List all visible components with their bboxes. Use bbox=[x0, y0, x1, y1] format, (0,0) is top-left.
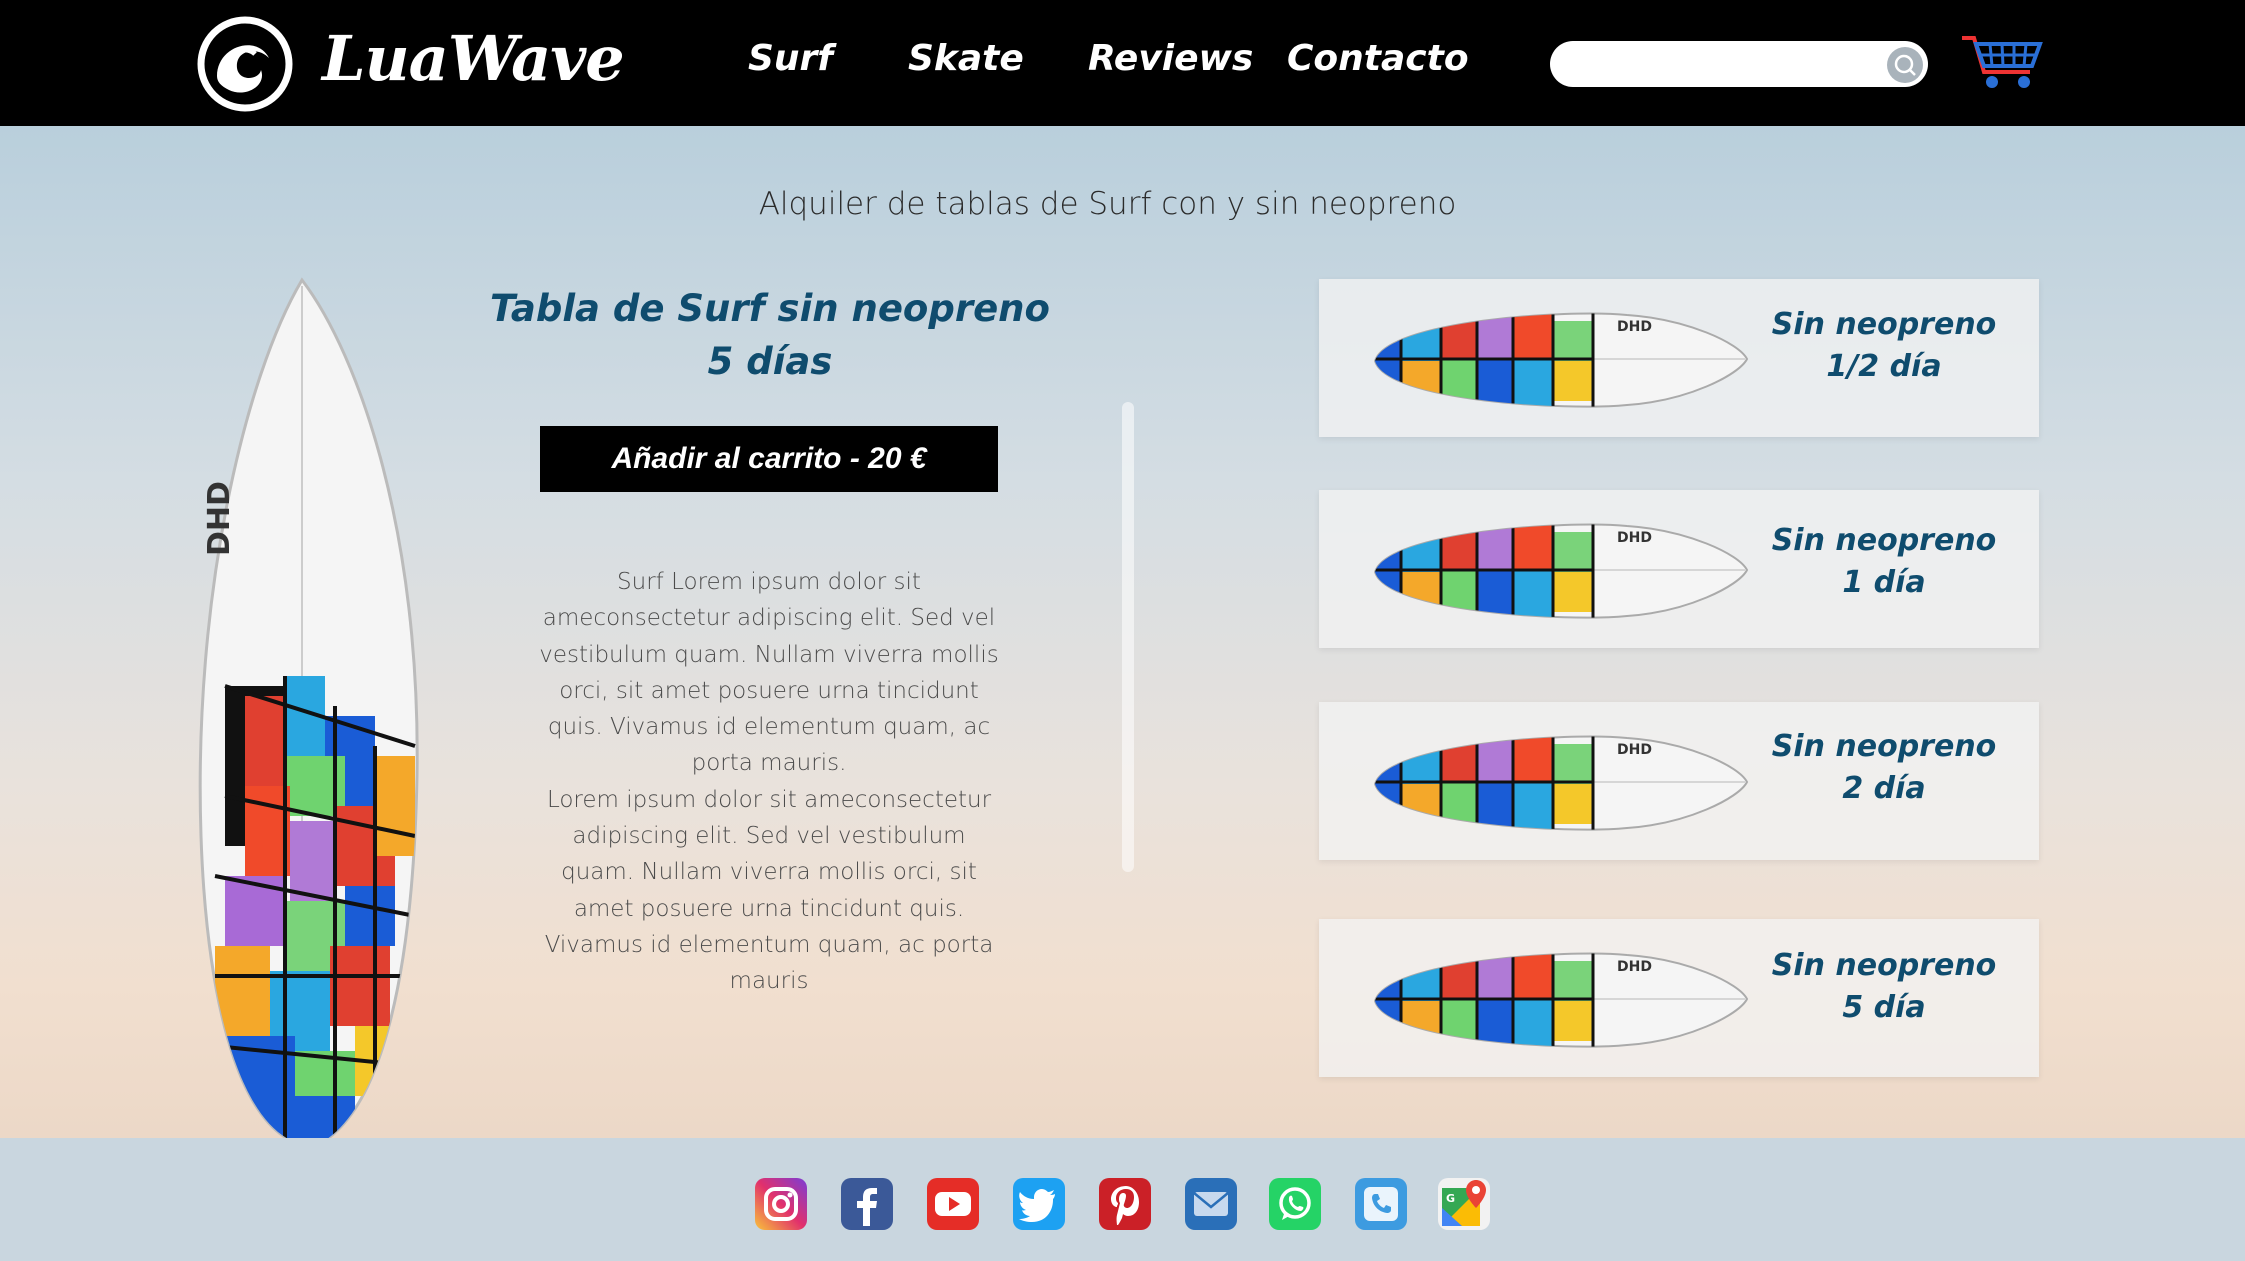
whatsapp-icon[interactable] bbox=[1269, 1178, 1321, 1230]
product-title-line1: Tabla de Surf sin neopreno bbox=[490, 287, 1050, 330]
brand-name[interactable]: LuaWave bbox=[322, 22, 625, 95]
product-title-line2: 5 días bbox=[707, 340, 833, 383]
option-card-5-day[interactable]: DHD Sin neopreno 5 día bbox=[1319, 919, 2039, 1077]
nav-reviews[interactable]: Reviews bbox=[1088, 38, 1253, 79]
description-paragraph-2: Lorem ipsum dolor sit ameconsectetur adi… bbox=[544, 786, 994, 995]
surfboard-thumbnail: DHD bbox=[1373, 735, 1749, 831]
nav-contacto[interactable]: Contacto bbox=[1287, 38, 1469, 79]
option-card-half-day[interactable]: DHD Sin neopreno 1/2 día bbox=[1319, 279, 2039, 437]
facebook-icon[interactable] bbox=[841, 1178, 893, 1230]
svg-text:DHD: DHD bbox=[202, 481, 237, 556]
option-label: Sin neopreno 1/2 día bbox=[1759, 304, 2009, 388]
option-label-duration: 1/2 día bbox=[1826, 349, 1942, 384]
twitter-icon[interactable] bbox=[1013, 1178, 1065, 1230]
header-bar: LuaWave Surf Skate Reviews Contacto bbox=[0, 0, 2245, 126]
add-to-cart-button[interactable]: Añadir al carrito - 20 € bbox=[540, 426, 998, 492]
option-label-type: Sin neopreno bbox=[1771, 523, 1997, 558]
footer-bar: G bbox=[0, 1138, 2245, 1261]
nav-skate[interactable]: Skate bbox=[908, 38, 1024, 79]
option-label-type: Sin neopreno bbox=[1771, 948, 1997, 983]
option-card-1-day[interactable]: DHD Sin neopreno 1 día bbox=[1319, 490, 2039, 648]
main-content: Alquiler de tablas de Surf con y sin neo… bbox=[0, 126, 2245, 1138]
option-label: Sin neopreno 2 día bbox=[1759, 726, 2009, 810]
surfboard-image: DHD bbox=[198, 277, 419, 1138]
instagram-icon[interactable] bbox=[755, 1178, 807, 1230]
scroll-divider[interactable] bbox=[1122, 402, 1134, 872]
svg-text:DHD: DHD bbox=[1617, 530, 1652, 546]
option-label-type: Sin neopreno bbox=[1771, 729, 1997, 764]
option-label-duration: 1 día bbox=[1842, 565, 1926, 600]
search-icon bbox=[1894, 54, 1916, 76]
option-label: Sin neopreno 5 día bbox=[1759, 945, 2009, 1029]
wave-logo-icon[interactable] bbox=[197, 16, 293, 112]
email-icon[interactable] bbox=[1185, 1178, 1237, 1230]
search-button[interactable] bbox=[1887, 47, 1923, 83]
option-card-2-day[interactable]: DHD Sin neopreno 2 día bbox=[1319, 702, 2039, 860]
surfboard-thumbnail: DHD bbox=[1373, 952, 1749, 1048]
option-label-type: Sin neopreno bbox=[1771, 307, 1997, 342]
svg-text:DHD: DHD bbox=[1617, 319, 1652, 335]
nav-surf[interactable]: Surf bbox=[748, 38, 833, 79]
surfboard-thumbnail: DHD bbox=[1373, 523, 1749, 619]
product-description: Surf Lorem ipsum dolor sit ameconsectetu… bbox=[533, 564, 1005, 1000]
pinterest-icon[interactable] bbox=[1099, 1178, 1151, 1230]
youtube-icon[interactable] bbox=[927, 1178, 979, 1230]
description-paragraph-1: Surf Lorem ipsum dolor sit ameconsectetu… bbox=[539, 569, 999, 777]
google-maps-icon[interactable]: G bbox=[1438, 1178, 1490, 1230]
option-label: Sin neopreno 1 día bbox=[1759, 520, 2009, 604]
option-label-duration: 2 día bbox=[1842, 771, 1926, 806]
option-label-duration: 5 día bbox=[1842, 990, 1926, 1025]
svg-text:G: G bbox=[1446, 1192, 1455, 1205]
product-title: Tabla de Surf sin neopreno 5 días bbox=[480, 282, 1060, 388]
svg-text:DHD: DHD bbox=[1617, 959, 1652, 975]
page-subtitle: Alquiler de tablas de Surf con y sin neo… bbox=[758, 186, 1457, 222]
shopping-cart-icon[interactable] bbox=[1960, 32, 2044, 92]
surfboard-thumbnail: DHD bbox=[1373, 312, 1749, 408]
svg-text:DHD: DHD bbox=[1617, 742, 1652, 758]
phone-icon[interactable] bbox=[1355, 1178, 1407, 1230]
search-input[interactable] bbox=[1550, 41, 1928, 87]
